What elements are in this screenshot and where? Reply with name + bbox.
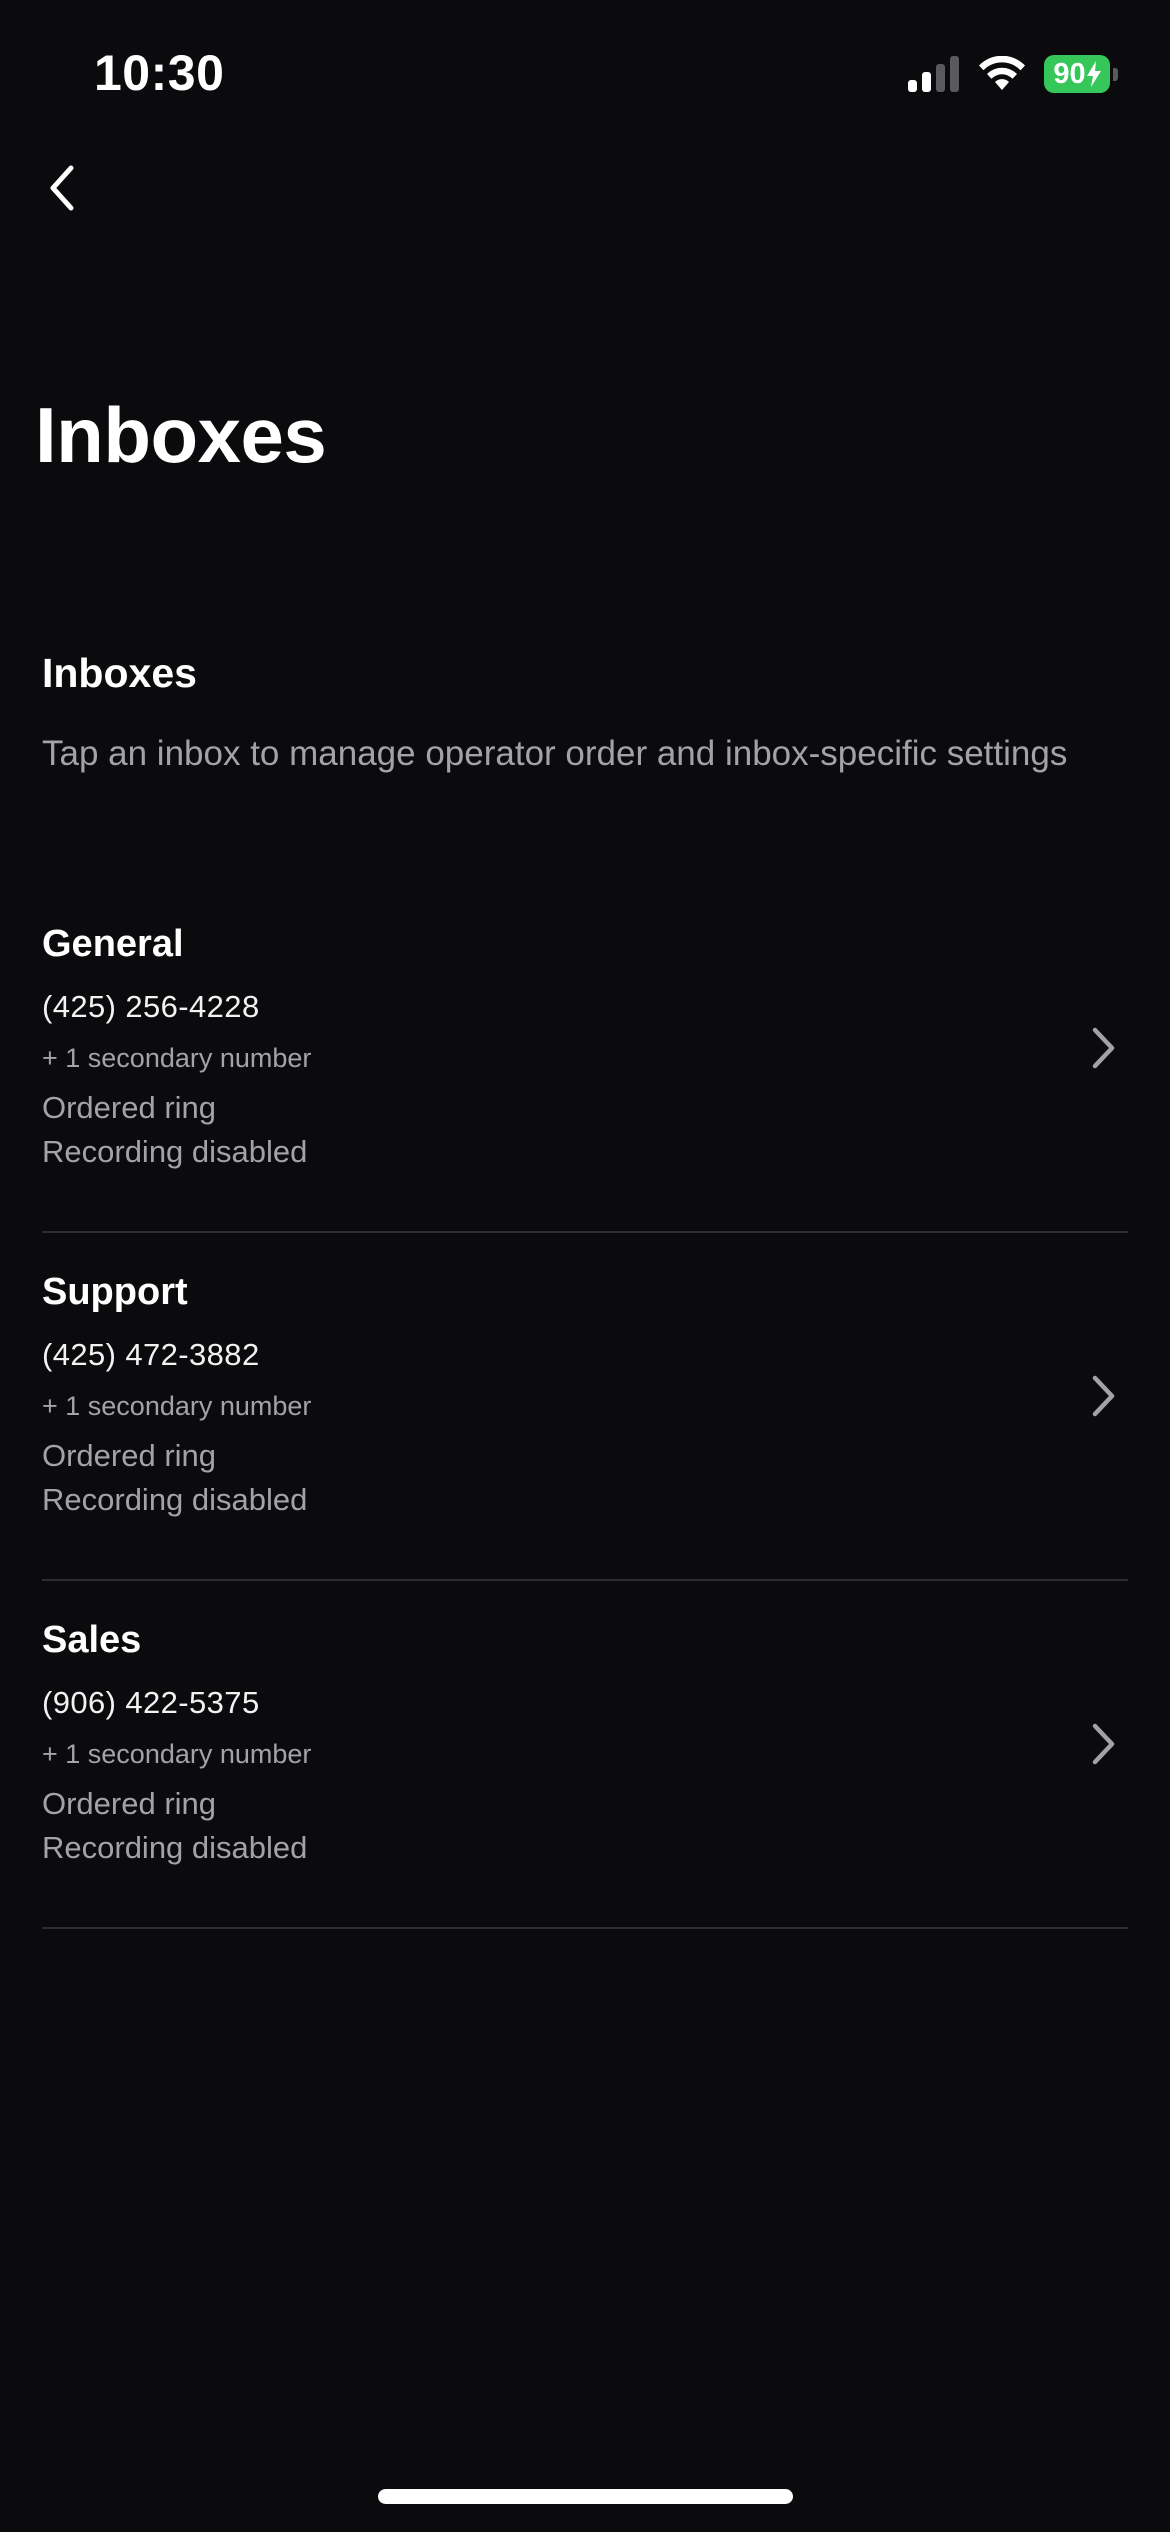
status-time: 10:30	[94, 45, 225, 101]
wifi-icon	[979, 56, 1025, 90]
back-button[interactable]	[30, 152, 94, 224]
section-heading: Inboxes	[42, 650, 197, 696]
battery-level: 90	[1053, 57, 1086, 90]
inbox-secondary-numbers: + 1 secondary number	[42, 1391, 312, 1421]
inbox-row-general[interactable]: General (425) 256-4228 + 1 secondary num…	[42, 885, 1128, 1233]
home-indicator[interactable]	[378, 2489, 793, 2504]
battery-charging-icon: 90	[1044, 55, 1118, 93]
battery-body: 90	[1044, 55, 1110, 93]
section-description: Tap an inbox to manage operator order an…	[42, 734, 1068, 773]
status-bar: 10:30 90	[0, 0, 1170, 140]
inbox-recording-status: Recording disabled	[42, 1830, 308, 1865]
inbox-ring-mode: Ordered ring	[42, 1438, 217, 1473]
inbox-ring-mode: Ordered ring	[42, 1786, 217, 1821]
inbox-recording-status: Recording disabled	[42, 1134, 308, 1169]
inbox-list: General (425) 256-4228 + 1 secondary num…	[42, 885, 1128, 1929]
inbox-row-sales[interactable]: Sales (906) 422-5375 + 1 secondary numbe…	[42, 1581, 1128, 1929]
inbox-name: Support	[42, 1271, 188, 1313]
inbox-row-support[interactable]: Support (425) 472-3882 + 1 secondary num…	[42, 1233, 1128, 1581]
inbox-secondary-numbers: + 1 secondary number	[42, 1739, 312, 1769]
battery-tip	[1113, 67, 1118, 81]
status-icons: 90	[908, 50, 1118, 98]
inbox-name: General	[42, 923, 184, 965]
inbox-phone: (906) 422-5375	[42, 1685, 260, 1720]
inbox-phone: (425) 472-3882	[42, 1337, 260, 1372]
inbox-ring-mode: Ordered ring	[42, 1090, 217, 1125]
inbox-recording-status: Recording disabled	[42, 1482, 308, 1517]
inbox-secondary-numbers: + 1 secondary number	[42, 1043, 312, 1073]
bolt-icon	[1086, 61, 1101, 87]
chevron-right-icon	[1092, 1027, 1115, 1069]
inbox-name: Sales	[42, 1619, 142, 1661]
chevron-left-icon	[50, 165, 74, 211]
chevron-right-icon	[1092, 1723, 1115, 1765]
inbox-phone: (425) 256-4228	[42, 989, 260, 1024]
page-title: Inboxes	[35, 391, 327, 479]
chevron-right-icon	[1092, 1375, 1115, 1417]
signal-icon	[908, 56, 960, 92]
